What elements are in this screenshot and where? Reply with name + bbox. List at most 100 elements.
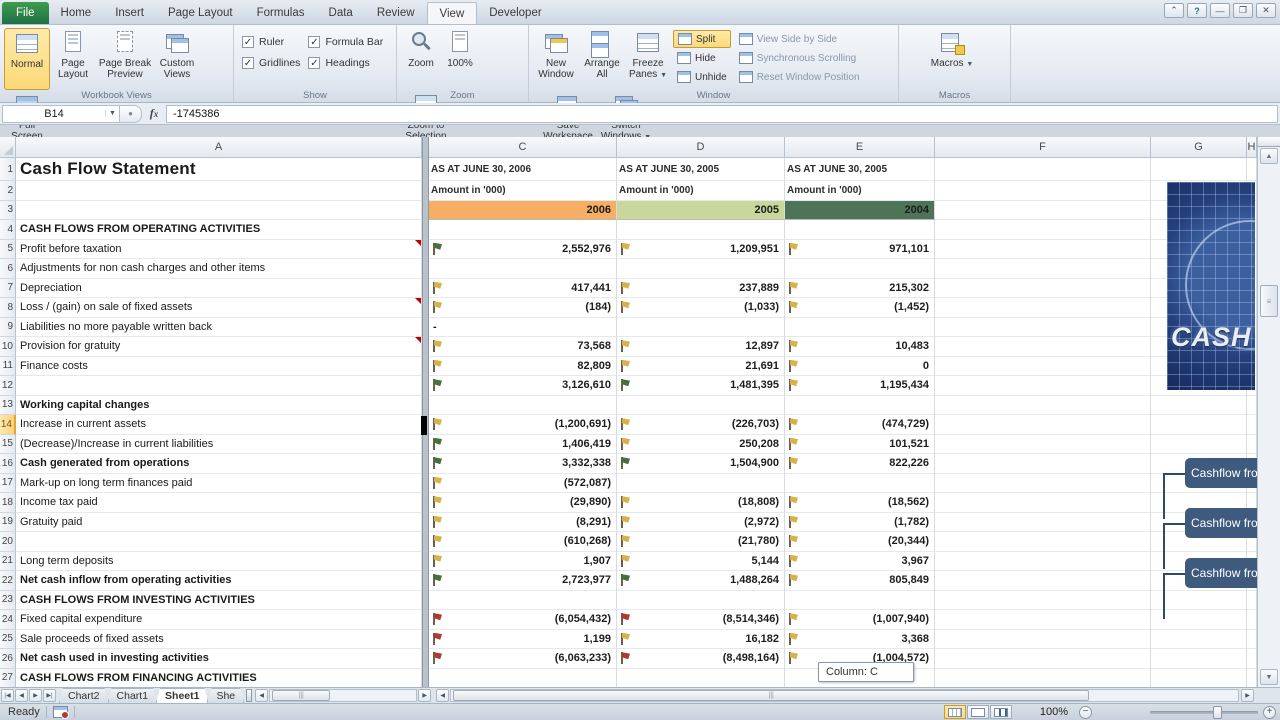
tab-formulas[interactable]: Formulas [245,2,317,24]
cell-F5[interactable] [935,240,1151,260]
cell-D17[interactable] [617,474,785,494]
hscroll-right-pane-left-icon[interactable]: ◀ [436,689,449,702]
zoom-button[interactable]: Zoom [401,28,441,90]
cell-C10[interactable]: 73,568 [429,337,617,357]
cell-E22[interactable]: 805,849 [785,571,935,591]
row-header-27[interactable]: 27 [0,669,16,688]
cell-E24[interactable]: (1,007,940) [785,610,935,630]
cell-G14[interactable] [1151,415,1247,435]
gridlines-checkbox[interactable]: ✓Gridlines [242,57,300,69]
cell-C14[interactable]: (1,200,691) [429,415,617,435]
fx-icon[interactable]: fx [142,106,166,121]
cell-C16[interactable]: 3,332,338 [429,454,617,474]
cell-D15[interactable]: 250,208 [617,435,785,455]
tab-split-handle[interactable] [246,689,252,702]
cash-picture[interactable]: CASH [1167,182,1255,390]
cell-C3[interactable]: 2006 [429,201,617,221]
name-box[interactable]: B14 ▼ [2,105,120,123]
cell-E14[interactable]: (474,729) [785,415,935,435]
cell-A11[interactable]: Finance costs [16,357,422,377]
row-header-18[interactable]: 18 [0,493,16,513]
synchronous-scrolling-button[interactable]: Synchronous Scrolling [735,49,864,67]
custom-views-button[interactable]: Custom Views [154,28,200,90]
cashflow-box-1[interactable]: Cashflow fro [1185,458,1257,488]
cell-E5[interactable]: 971,101 [785,240,935,260]
cell-E12[interactable]: 1,195,434 [785,376,935,396]
tab-data[interactable]: Data [317,2,365,24]
cell-E13[interactable] [785,396,935,416]
cell-A2[interactable] [16,181,422,201]
cell-F12[interactable] [935,376,1151,396]
zoom-slider-track[interactable] [1150,711,1258,714]
cell-A1[interactable]: Cash Flow Statement [16,158,422,181]
cell-A3[interactable] [16,201,422,221]
sheet-tab-she[interactable]: She [207,688,244,703]
cell-D21[interactable]: 5,144 [617,552,785,572]
cell-A6[interactable]: Adjustments for non cash charges and oth… [16,259,422,279]
cell-C19[interactable]: (8,291) [429,513,617,533]
row-header-14[interactable]: 14 [0,415,16,435]
cell-F8[interactable] [935,298,1151,318]
freeze-panes-button[interactable]: Freeze Panes ▼ [625,28,671,90]
select-all-corner[interactable] [0,137,16,158]
cell-C20[interactable]: (610,268) [429,532,617,552]
cell-A12[interactable] [16,376,422,396]
cell-A22[interactable]: Net cash inflow from operating activitie… [16,571,422,591]
column-header-f[interactable]: F [935,137,1151,158]
cell-E11[interactable]: 0 [785,357,935,377]
normal-view-button[interactable]: Normal [4,28,50,90]
zoom-in-icon[interactable]: + [1263,706,1276,719]
cell-F18[interactable] [935,493,1151,513]
cell-F6[interactable] [935,259,1151,279]
cell-C2[interactable]: Amount in '000) [429,181,617,201]
vscroll-split-handle[interactable] [1258,137,1280,147]
cell-A20[interactable] [16,532,422,552]
scroll-down-icon[interactable]: ▼ [1260,669,1278,685]
cell-F20[interactable] [935,532,1151,552]
cell-E23[interactable] [785,591,935,611]
cell-D12[interactable]: 1,481,395 [617,376,785,396]
cell-D24[interactable]: (8,514,346) [617,610,785,630]
cell-D3[interactable]: 2005 [617,201,785,221]
cell-A4[interactable]: CASH FLOWS FROM OPERATING ACTIVITIES [16,220,422,240]
sheet-tab-chart2[interactable]: Chart2 [59,688,109,703]
cell-C9[interactable]: - [429,318,617,338]
arrange-all-button[interactable]: Arrange All [579,28,625,90]
cell-H27[interactable] [1247,669,1257,688]
cell-F14[interactable] [935,415,1151,435]
cell-D16[interactable]: 1,504,900 [617,454,785,474]
cell-E21[interactable]: 3,967 [785,552,935,572]
zoom-out-icon[interactable]: − [1079,706,1092,719]
tab-review[interactable]: Review [365,2,427,24]
row-header-26[interactable]: 26 [0,649,16,669]
row-header-17[interactable]: 17 [0,474,16,494]
cell-G27[interactable] [1151,669,1247,688]
row-header-16[interactable]: 16 [0,454,16,474]
cell-F13[interactable] [935,396,1151,416]
cell-A26[interactable]: Net cash used in investing activities [16,649,422,669]
file-tab[interactable]: File [2,2,49,24]
page-layout-view-button[interactable]: Page Layout [50,28,96,90]
cell-A5[interactable]: Profit before taxation [16,240,422,260]
hscrollbar-left-pane[interactable]: ||| [269,689,417,702]
cell-F1[interactable] [935,158,1151,181]
cell-F19[interactable] [935,513,1151,533]
restore-window-icon[interactable]: ❐ [1233,3,1253,18]
cell-F22[interactable] [935,571,1151,591]
cell-A7[interactable]: Depreciation [16,279,422,299]
cell-D5[interactable]: 1,209,951 [617,240,785,260]
minimize-ribbon-icon[interactable]: ⌃ [1164,3,1184,18]
row-header-15[interactable]: 15 [0,435,16,455]
sheet-tab-chart1[interactable]: Chart1 [108,688,158,703]
row-header-10[interactable]: 10 [0,337,16,357]
cell-E1[interactable]: AS AT JUNE 30, 2005 [785,158,935,181]
cell-A19[interactable]: Gratuity paid [16,513,422,533]
cell-F3[interactable] [935,201,1151,221]
scroll-up-icon[interactable]: ▲ [1260,148,1278,164]
cell-H15[interactable] [1247,435,1257,455]
row-header-3[interactable]: 3 [0,201,16,221]
column-header-d[interactable]: D [617,137,785,158]
cell-D23[interactable] [617,591,785,611]
name-box-dropdown-icon[interactable]: ▼ [105,110,119,117]
macro-record-icon[interactable] [53,706,68,718]
